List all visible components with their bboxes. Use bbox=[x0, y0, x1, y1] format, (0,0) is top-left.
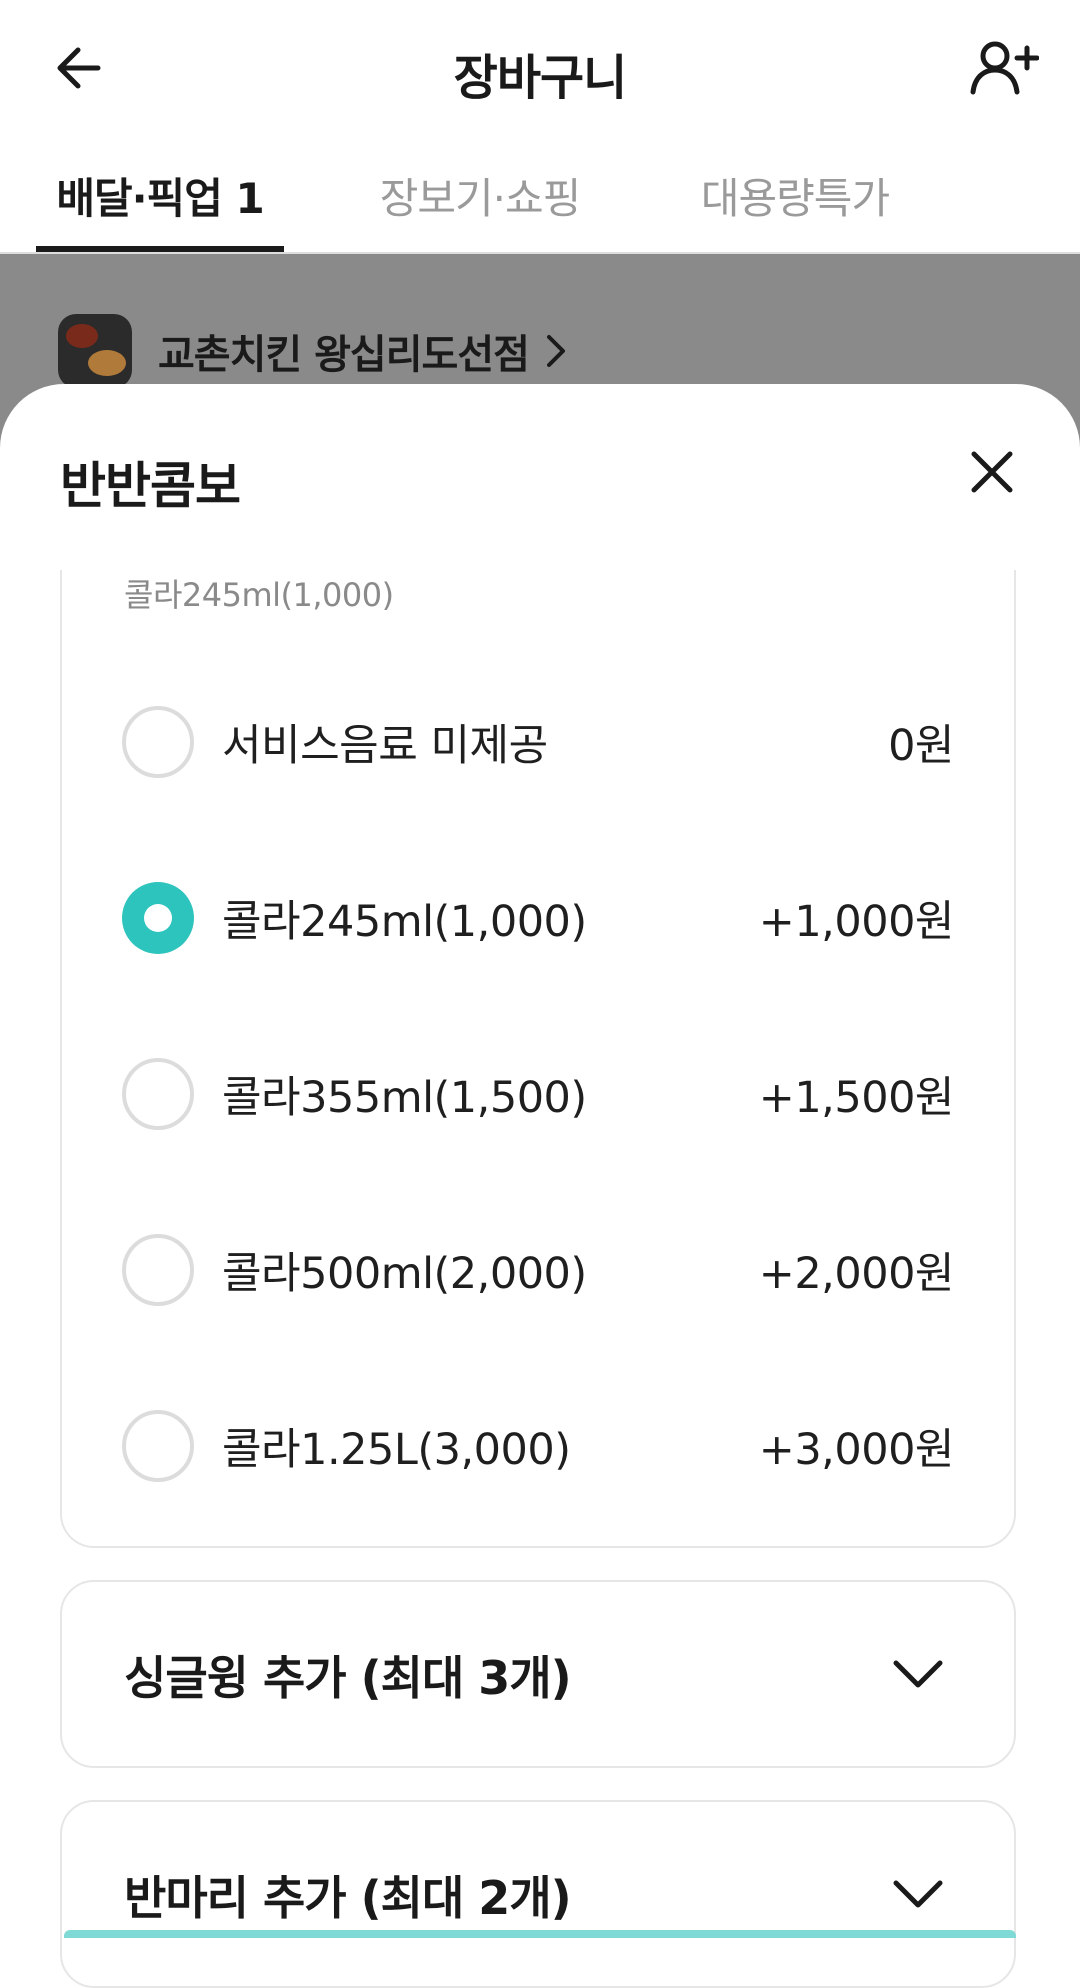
person-add-icon bbox=[969, 38, 1040, 102]
option-price: 0원 bbox=[888, 721, 954, 771]
chevron-down-icon bbox=[888, 1864, 948, 1924]
store-name: 교촌치킨 왕십리도선점 bbox=[158, 332, 530, 378]
radio-button[interactable] bbox=[122, 1410, 194, 1482]
page-title: 장바구니 bbox=[453, 50, 628, 106]
invite-button[interactable] bbox=[964, 30, 1044, 110]
close-button[interactable] bbox=[954, 436, 1030, 512]
single-wing-section[interactable]: 싱글윙 추가 (최대 3개) bbox=[60, 1580, 1016, 1768]
tab-bulk-deals[interactable]: 대용량특가 bbox=[680, 140, 910, 250]
close-icon bbox=[968, 448, 1016, 500]
option-row[interactable]: 서비스음료 미제공 0원 bbox=[122, 702, 954, 782]
radio-button[interactable] bbox=[122, 706, 194, 778]
option-label: 콜라500ml(2,000) bbox=[222, 1249, 587, 1299]
option-label: 서비스음료 미제공 bbox=[222, 721, 548, 771]
cart-tabs: 배달·픽업 1 장보기·쇼핑 대용량특가 bbox=[0, 140, 1080, 254]
tab-delivery-pickup[interactable]: 배달·픽업 1 bbox=[36, 140, 284, 252]
option-label: 콜라355ml(1,500) bbox=[222, 1073, 587, 1123]
option-price: +1,000원 bbox=[758, 897, 955, 947]
bottom-button-edge[interactable] bbox=[64, 1930, 1016, 1938]
option-row[interactable]: 콜라355ml(1,500) +1,500원 bbox=[122, 1054, 955, 1134]
radio-button[interactable] bbox=[122, 1058, 194, 1130]
option-bottom-sheet: 반반콤보 콜라245ml(1,000) 서비스음료 미제공 0원 콜라245ml… bbox=[0, 384, 1080, 1988]
radio-button[interactable] bbox=[122, 882, 194, 954]
store-thumbnail bbox=[58, 314, 132, 388]
chevron-right-icon bbox=[545, 333, 567, 369]
option-row[interactable]: 콜라245ml(1,000) +1,000원 bbox=[122, 878, 955, 958]
option-row[interactable]: 콜라1.25L(3,000) +3,000원 bbox=[122, 1406, 955, 1486]
option-label: 콜라245ml(1,000) bbox=[222, 897, 587, 947]
half-chicken-section[interactable]: 반마리 추가 (최대 2개) bbox=[60, 1800, 1016, 1988]
option-price: +3,000원 bbox=[758, 1425, 955, 1475]
option-row[interactable]: 콜라500ml(2,000) +2,000원 bbox=[122, 1230, 955, 1310]
option-price: +2,000원 bbox=[758, 1249, 955, 1299]
option-price: +1,500원 bbox=[758, 1073, 955, 1123]
store-link[interactable]: 교촌치킨 왕십리도선점 bbox=[58, 314, 567, 388]
chevron-down-icon bbox=[888, 1644, 948, 1704]
radio-button[interactable] bbox=[122, 1234, 194, 1306]
section-title: 싱글윙 추가 (최대 3개) bbox=[124, 1651, 572, 1705]
section-title: 반마리 추가 (최대 2개) bbox=[124, 1871, 572, 1925]
selected-option-summary: 콜라245ml(1,000) bbox=[124, 576, 394, 614]
tab-grocery-shopping[interactable]: 장보기·쇼핑 bbox=[360, 140, 600, 250]
option-label: 콜라1.25L(3,000) bbox=[222, 1425, 571, 1475]
top-app-bar: 장바구니 bbox=[0, 0, 1080, 140]
sheet-title: 반반콤보 bbox=[60, 457, 241, 515]
